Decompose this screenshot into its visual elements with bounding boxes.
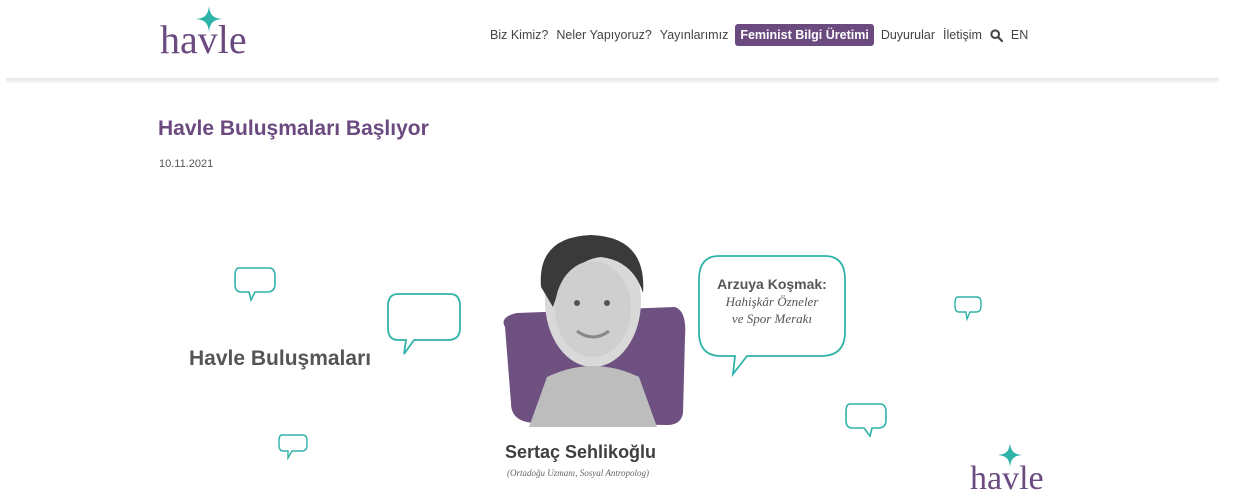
main-nav: Biz Kimiz? Neler Yapıyoruz? Yayınlarımız… <box>486 24 1031 46</box>
speaker-name: Sertaç Sehlikoğlu <box>505 442 657 462</box>
talk-title-main: Arzuya Koşmak: <box>717 276 827 292</box>
speech-bubble-icon <box>278 434 308 460</box>
talk-title: Arzuya Koşmak: Hahişkâr Özneler ve Spor … <box>693 276 851 327</box>
site-header: havle Biz Kimiz? Neler Yapıyoruz? Yayınl… <box>0 0 1243 80</box>
event-banner: Havle Buluşmaları Arzuya Koşmak: Hahişkâ… <box>0 200 1243 498</box>
header-divider <box>6 78 1219 84</box>
speech-bubble-icon <box>954 296 982 322</box>
speaker-photo <box>503 235 686 427</box>
nav-item-biz-kimiz[interactable]: Biz Kimiz? <box>486 24 552 46</box>
nav-item-neler-yapiyoruz[interactable]: Neler Yapıyoruz? <box>552 24 655 46</box>
logo-text: havle <box>160 17 247 62</box>
search-icon[interactable] <box>990 24 1004 46</box>
nav-item-iletisim[interactable]: İletişim <box>939 24 986 46</box>
page-title: Havle Buluşmaları Başlıyor <box>158 117 429 140</box>
talk-subtitle-line-2: ve Spor Merakı <box>731 311 813 326</box>
banner-logo-text: havle <box>970 460 1044 497</box>
speaker-role: (Ortadoğu Uzmanı, Sosyal Antropolog) <box>507 468 650 478</box>
publish-date: 10.11.2021 <box>159 158 214 170</box>
speech-bubble-icon <box>387 293 461 355</box>
nav-item-yayinlarimiz[interactable]: Yayınlarımız <box>656 24 733 46</box>
event-title: Havle Buluşmaları <box>189 347 372 370</box>
language-switch[interactable]: EN <box>1008 24 1031 46</box>
banner-logo: havle <box>970 440 1050 498</box>
talk-subtitle-line-1: Hahişkâr Özneler <box>725 294 819 309</box>
speech-bubble-icon <box>845 403 887 438</box>
speech-bubble-icon <box>234 267 276 303</box>
nav-item-duyurular[interactable]: Duyurular <box>877 24 939 46</box>
site-logo[interactable]: havle <box>160 6 260 66</box>
nav-item-feminist-bilgi-uretimi[interactable]: Feminist Bilgi Üretimi <box>735 24 874 46</box>
